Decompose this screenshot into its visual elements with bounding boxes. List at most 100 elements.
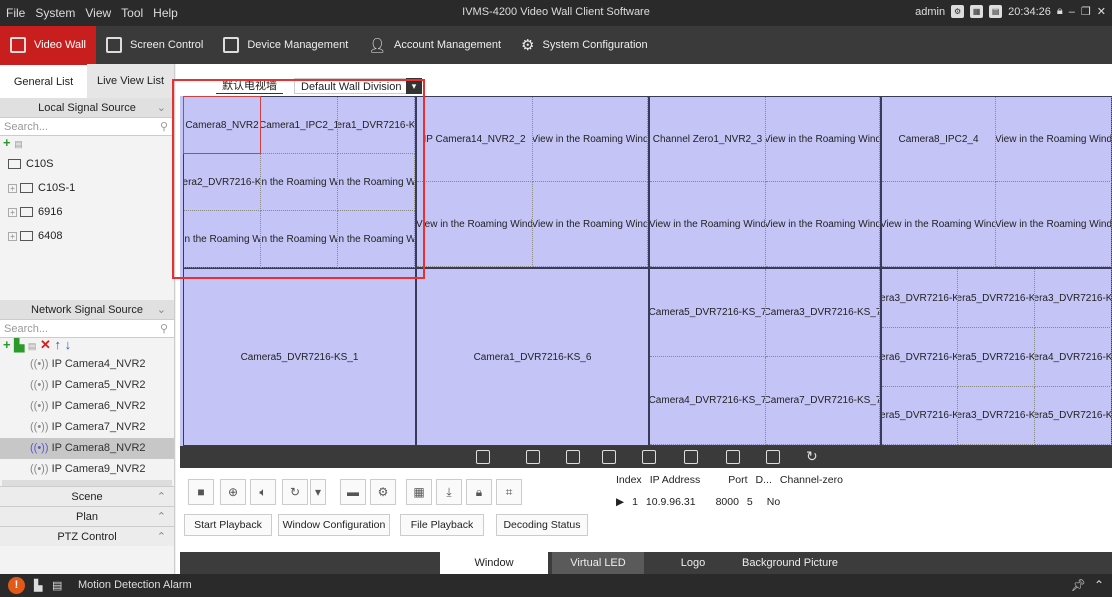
settings-icon[interactable]: ⚙ — [951, 5, 965, 18]
warning-icon[interactable]: ! — [8, 577, 25, 594]
sub-window[interactable]: era5_DVR7216-K — [958, 269, 1035, 328]
sub-window[interactable]: era3_DVR7216-K — [882, 269, 958, 328]
grid-icon[interactable] — [684, 450, 698, 464]
sub-window[interactable]: View in the Roaming Wind — [996, 182, 1112, 267]
window-add-icon[interactable] — [602, 450, 616, 464]
lock-icon[interactable]: 🔒︎ — [466, 479, 492, 505]
monitor-icon[interactable] — [526, 450, 540, 464]
tab-general-list[interactable]: General List — [0, 63, 87, 99]
roam-icon[interactable] — [566, 450, 580, 464]
list-item[interactable]: ((•)) IP Camera4_NVR2 — [0, 354, 174, 375]
user-name[interactable]: admin — [915, 6, 945, 18]
audio-icon[interactable]: 🔈︎ — [250, 479, 276, 505]
tab-window[interactable]: Window — [440, 552, 548, 574]
network-search-input[interactable]: Search... ⚲ — [0, 320, 174, 338]
sub-window[interactable]: Channel Zero1_NVR2_3 — [650, 97, 766, 182]
minimize-icon[interactable]: – — [1069, 6, 1075, 18]
add-icon[interactable]: + — [3, 337, 11, 352]
network-signal-header[interactable]: Network Signal Source ⌄ — [0, 300, 174, 320]
expand-icon[interactable]: + — [8, 184, 17, 193]
add-icon[interactable]: + — [3, 135, 11, 150]
section-plan[interactable]: Plan ⌃ — [0, 506, 174, 526]
expand-up-icon[interactable]: ⌃ — [1094, 578, 1104, 592]
move-up-icon[interactable]: ↑ — [55, 337, 62, 352]
sub-window[interactable]: era4_DVR7216-K — [1035, 328, 1112, 387]
sub-window[interactable]: View in the Roaming Wind — [766, 97, 880, 182]
list-item-selected[interactable]: ((•)) IP Camera8_NVR2 — [0, 438, 174, 459]
sub-window[interactable]: era6_DVR7216-K — [882, 328, 958, 387]
sub-window[interactable]: era5_DVR7216-K — [958, 328, 1035, 387]
window-configuration-button[interactable]: Window Configuration — [278, 514, 390, 536]
tree-item[interactable]: + C10S-1 — [0, 176, 174, 200]
lock-icon[interactable]: 🔒︎ — [1057, 5, 1063, 18]
sub-window[interactable]: View in the Roaming Wind — [533, 97, 648, 182]
tab-live-view-list[interactable]: Live View List — [87, 64, 174, 98]
section-scene[interactable]: Scene ⌃ — [0, 486, 174, 506]
list-item[interactable]: ((•)) IP Camera5_NVR2 — [0, 375, 174, 396]
tab-background-picture[interactable]: Background Picture — [740, 552, 840, 574]
wall-screen[interactable]: Camera1_DVR7216-KS_6 — [416, 268, 649, 446]
rotate-icon[interactable]: ↻ — [282, 479, 308, 505]
sub-window[interactable]: era3_DVR7216-K — [1035, 269, 1112, 328]
decoding-status-button[interactable]: Decoding Status — [496, 514, 588, 536]
download-icon[interactable]: ⤓ — [436, 479, 462, 505]
sub-window[interactable]: Camera3_DVR7216-KS_7 — [766, 269, 880, 357]
file-playback-button[interactable]: File Playback — [400, 514, 484, 536]
expand-icon[interactable]: + — [8, 208, 17, 217]
sub-window[interactable]: View in the Roaming Wind — [996, 97, 1112, 182]
move-down-icon[interactable]: ↓ — [65, 337, 72, 352]
fullscreen-icon[interactable] — [476, 450, 490, 464]
stop-icon[interactable] — [726, 450, 740, 464]
play-icon[interactable]: ▶ — [616, 496, 624, 508]
list-item[interactable]: ((•)) IP Camera6_NVR2 — [0, 396, 174, 417]
focus-icon[interactable]: ⌗ — [496, 479, 522, 505]
sub-window[interactable]: View in the Roaming Wind — [650, 182, 766, 267]
restore-icon[interactable]: ❐ — [1081, 5, 1091, 18]
calendar-icon[interactable]: ▤ — [989, 5, 1003, 18]
section-ptz-control[interactable]: PTZ Control ⌃ — [0, 526, 174, 546]
tree-item[interactable]: C10S — [0, 152, 174, 176]
table-row[interactable]: ▶ 1 10.9.96.31 8000 5 No — [616, 496, 780, 508]
nav-video-wall[interactable]: Video Wall — [0, 26, 96, 64]
bell-icon[interactable]: ▙ — [34, 579, 42, 592]
expand-icon[interactable]: + — [8, 232, 17, 241]
keyboard-icon[interactable]: ▦ — [970, 5, 984, 18]
local-search-input[interactable]: Search... ⚲ — [0, 118, 174, 136]
sub-window[interactable]: Camera4_DVR7216-KS_7 — [650, 357, 766, 445]
nav-device-management[interactable]: Device Management — [213, 26, 358, 64]
sub-window[interactable]: era3_DVR7216-K — [958, 387, 1035, 445]
tree-item[interactable]: +6408 — [0, 224, 174, 248]
sub-window[interactable]: View in the Roaming Wind — [417, 182, 533, 267]
close-icon[interactable]: ✕ — [1097, 5, 1106, 18]
tab-logo[interactable]: Logo — [648, 552, 738, 574]
snapshot-icon[interactable]: ⚙ — [370, 479, 396, 505]
dropdown-icon[interactable]: ▾ — [310, 479, 326, 505]
tab-virtual-led[interactable]: Virtual LED — [552, 552, 644, 574]
nav-system-configuration[interactable]: ⚙ System Configuration — [511, 26, 658, 64]
sub-window[interactable]: era5_DVR7216-K — [1035, 387, 1112, 445]
sub-window[interactable]: View in the Roaming Wind — [882, 182, 996, 267]
wall-screen[interactable]: Camera5_DVR7216-KS_1 — [183, 268, 416, 446]
copy-icon[interactable]: ▤ — [28, 341, 37, 351]
copy-icon[interactable]: ▤ — [14, 139, 23, 149]
nav-account-management[interactable]: 👤︎ Account Management — [358, 26, 511, 64]
sub-window[interactable]: View in the Roaming Wind — [533, 182, 648, 267]
clear-icon[interactable] — [766, 450, 780, 464]
local-signal-header[interactable]: Local Signal Source ⌄ — [0, 98, 174, 118]
keyboard-icon[interactable]: ▦ — [406, 479, 432, 505]
sub-window[interactable]: Camera7_DVR7216-KS_7 — [766, 357, 880, 445]
sub-window[interactable]: IP Camera14_NVR2_2 — [417, 97, 533, 182]
sub-window[interactable]: View in the Roaming Wind — [766, 182, 880, 267]
import-icon[interactable]: ▙ — [14, 337, 24, 352]
delete-icon[interactable]: ✕ — [40, 337, 51, 352]
start-playback-button[interactable]: Start Playback — [184, 514, 272, 536]
sub-window[interactable]: Camera5_DVR7216-KS_7 — [650, 269, 766, 357]
stop-all-icon[interactable]: ■ — [188, 479, 214, 505]
record-icon[interactable]: ▬ — [340, 479, 366, 505]
pin-icon[interactable]: 📌︎ — [1071, 578, 1086, 592]
log-icon[interactable]: ▤ — [52, 579, 62, 592]
nav-screen-control[interactable]: Screen Control — [96, 26, 213, 64]
tree-item[interactable]: +6916 — [0, 200, 174, 224]
refresh-icon[interactable]: ↻ — [806, 448, 818, 465]
zoom-icon[interactable]: ⊕ — [220, 479, 246, 505]
